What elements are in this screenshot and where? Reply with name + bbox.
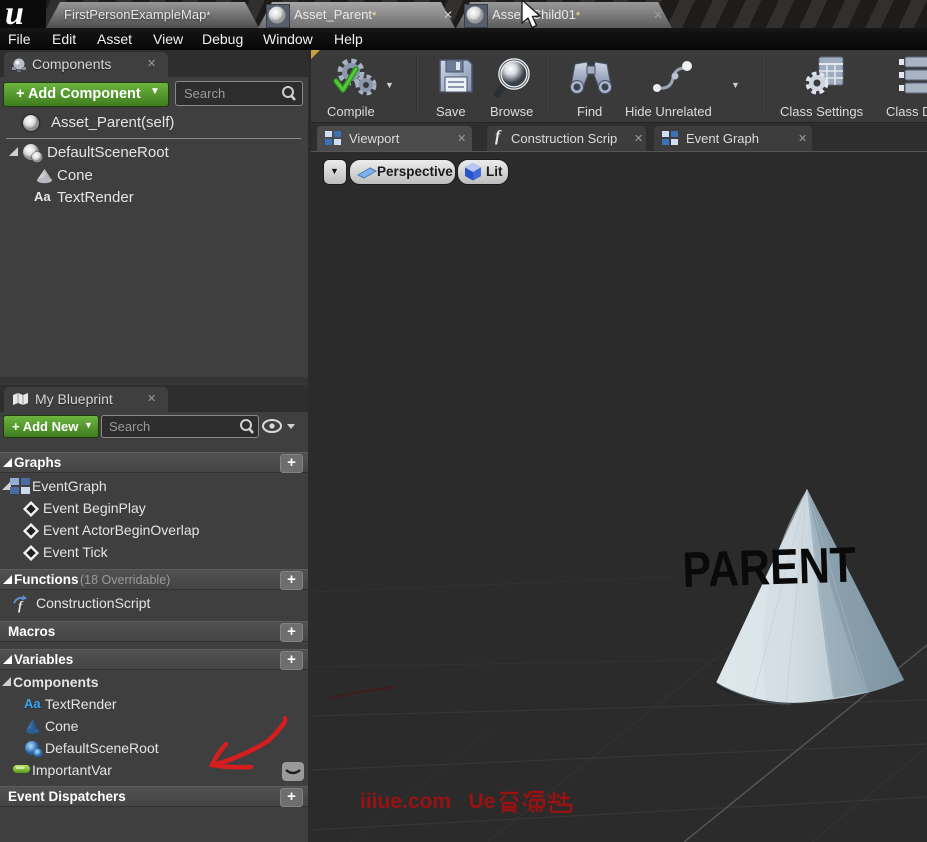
svg-text:f: f xyxy=(18,598,24,613)
svg-text:PARENT: PARENT xyxy=(682,537,857,598)
